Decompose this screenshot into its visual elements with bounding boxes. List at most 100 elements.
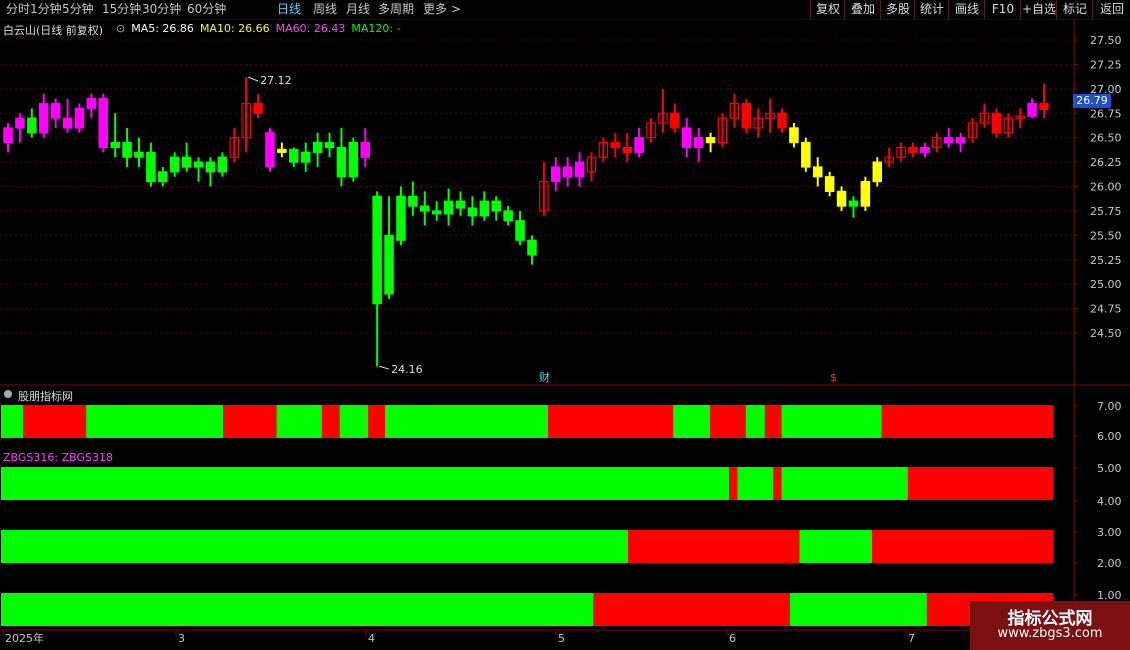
candle-body: [848, 200, 859, 207]
candle-body: [1039, 102, 1049, 110]
candle-body: [670, 112, 680, 129]
candle-body: [50, 102, 61, 119]
candle-body: [384, 234, 394, 295]
toolbar-button-0[interactable]: 复权: [810, 0, 845, 19]
date-tick-label: 7: [908, 632, 915, 645]
indicator-bar-segment: [673, 405, 711, 438]
toolbar-button-8[interactable]: 返回: [1092, 0, 1130, 19]
event-marker-dividend: $: [830, 371, 837, 384]
indicator-bar-segment: [593, 593, 791, 626]
candle-body: [741, 102, 752, 129]
candle-body: [943, 137, 954, 144]
period-tab-8[interactable]: 月线: [346, 2, 370, 16]
price-tick-label: 26.75: [1090, 107, 1122, 120]
toolbar-button-5[interactable]: F10: [984, 0, 1021, 19]
indicator-bar-segment: [1, 593, 594, 626]
candle-body: [920, 146, 930, 153]
indicator-bar-segment: [737, 467, 774, 500]
indicator-bar-segment: [773, 467, 783, 500]
candle-body: [193, 161, 204, 168]
candle-body: [634, 137, 644, 153]
toolbar-button-4[interactable]: 画线: [948, 0, 985, 19]
period-tab-6[interactable]: 日线: [277, 2, 301, 16]
indicator-bar-segment: [1, 530, 629, 563]
candle-body: [98, 97, 109, 149]
period-tab-0[interactable]: 分时: [6, 2, 30, 16]
candle-body: [622, 146, 632, 153]
candle-body: [503, 210, 513, 222]
candle-body: [312, 141, 323, 153]
candle-body: [443, 200, 454, 215]
period-tab-4[interactable]: 30分钟: [142, 2, 181, 16]
toolbar-button-1[interactable]: 叠加: [844, 0, 881, 19]
toolbar-button-2[interactable]: 多股: [880, 0, 915, 19]
candle-body: [324, 141, 335, 149]
candle-body: [122, 141, 132, 158]
candle-body: [396, 195, 406, 241]
period-tab-5[interactable]: 60分钟: [187, 2, 226, 16]
period-tab-9[interactable]: 多周期: [378, 2, 414, 16]
indicator-settings-icon: [4, 390, 12, 398]
candle-body: [300, 151, 311, 163]
indicator-bar-segment: [710, 405, 747, 438]
price-tick-label: 27.25: [1090, 58, 1122, 71]
indicator-tick-label: 6.00: [1097, 430, 1122, 443]
kline-chart[interactable]: 27.5027.2527.0026.7526.5026.2526.0025.75…: [0, 20, 1130, 650]
candle-body: [801, 141, 811, 168]
toolbar-button-3[interactable]: 统计: [914, 0, 949, 19]
candle-body: [431, 210, 442, 215]
candle-body: [491, 200, 501, 212]
candle-body: [38, 102, 49, 134]
last-price-badge: 26.79: [1073, 94, 1111, 108]
price-tick-label: 26.50: [1090, 132, 1122, 145]
indicator-bar-segment: [339, 405, 369, 438]
period-tab-7[interactable]: 周线: [313, 2, 337, 16]
watermark: 指标公式网 www.zbgs3.com: [970, 601, 1130, 650]
candle-body: [1027, 102, 1037, 117]
date-tick-label: 3: [178, 632, 185, 645]
period-tab-2[interactable]: 5分钟: [62, 2, 94, 16]
high-marker-label: 27.12: [260, 74, 292, 87]
candle-body: [681, 127, 692, 149]
candle-body: [336, 146, 347, 178]
period-tab-1[interactable]: 1分钟: [30, 2, 62, 16]
date-tick-label: 4: [368, 632, 375, 645]
indicator-bar-segment: [321, 405, 341, 438]
toolbar-button-7[interactable]: 标记: [1056, 0, 1093, 19]
indicator-bar-segment: [548, 405, 674, 438]
candle-body: [693, 137, 704, 149]
price-tick-label: 24.50: [1090, 327, 1122, 340]
candle-body: [62, 117, 73, 129]
price-tick-label: 24.75: [1090, 303, 1122, 316]
candle-body: [812, 166, 823, 178]
indicator-bar-segment: [1, 405, 24, 438]
indicator-bar-segment: [222, 405, 278, 438]
indicator-bar-segment: [764, 405, 783, 438]
indicator-tick-label: 3.00: [1097, 526, 1122, 539]
indicator-bar-segment: [781, 405, 883, 438]
candle-body: [360, 141, 371, 158]
candle-body: [789, 127, 799, 144]
candle-body: [551, 166, 561, 183]
candle-body: [479, 200, 490, 217]
candle-body: [860, 181, 871, 207]
candle-body: [169, 156, 180, 173]
indicator-tick-label: 2.00: [1097, 557, 1122, 570]
event-marker-finance: 财: [539, 370, 550, 384]
price-tick-label: 27.50: [1090, 34, 1122, 47]
indicator-bar-segment: [627, 530, 800, 563]
indicator-bar-segment: [1, 467, 730, 500]
price-tick-label: 25.75: [1090, 205, 1122, 218]
period-tab-3[interactable]: 15分钟: [102, 2, 141, 16]
indicator-bar-segment: [368, 405, 386, 438]
candle-body: [467, 207, 478, 217]
indicator-tick-label: 5.00: [1097, 462, 1122, 475]
indicator-bar-segment: [781, 467, 909, 500]
toolbar-button-6[interactable]: +自选: [1020, 0, 1057, 19]
candle-body: [86, 97, 97, 109]
period-tab-10[interactable]: 更多 >: [423, 2, 461, 16]
candle-body: [527, 239, 537, 256]
candle-body: [824, 176, 835, 192]
candle-body: [217, 156, 228, 173]
low-marker-label: 24.16: [391, 363, 423, 376]
